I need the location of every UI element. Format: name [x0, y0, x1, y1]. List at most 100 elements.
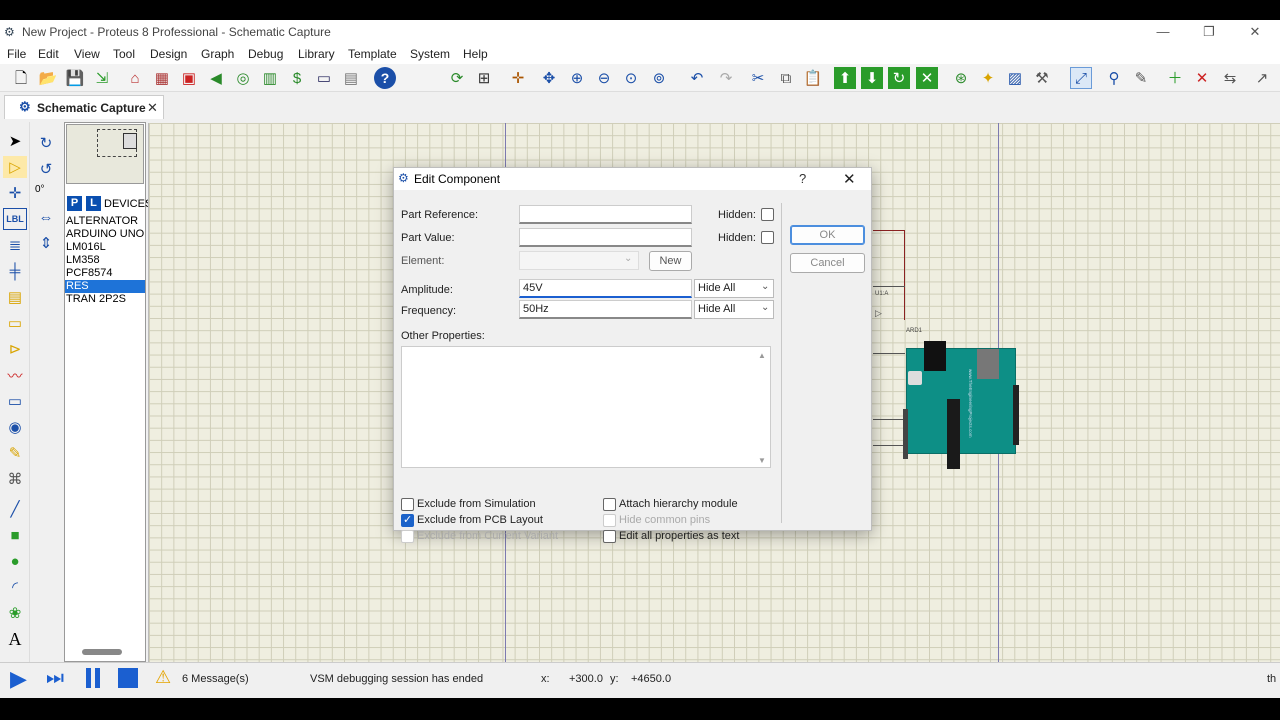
menu-design[interactable]: Design — [150, 47, 187, 61]
component-mode-icon[interactable]: ▷ — [3, 156, 27, 178]
part-value-input[interactable] — [519, 228, 692, 247]
message-count[interactable]: 6 Message(s) — [182, 673, 249, 685]
list-item[interactable]: LM016L — [65, 241, 145, 254]
zoom-area-icon[interactable]: ⊚ — [648, 67, 670, 89]
selection-mode-icon[interactable]: ➤ — [3, 130, 27, 152]
scroll-down-icon[interactable]: ▼ — [758, 456, 766, 465]
terminals-icon[interactable]: ▭ — [3, 312, 27, 334]
restore-icon[interactable]: ❐ — [1186, 20, 1232, 44]
menu-debug[interactable]: Debug — [248, 47, 283, 61]
package-tool-icon[interactable]: ▨ — [1004, 67, 1026, 89]
list-item[interactable]: LM358 — [65, 254, 145, 267]
step-icon[interactable]: ⏭ — [46, 667, 64, 690]
home-icon[interactable]: ⌂ — [124, 67, 146, 89]
pause-icon[interactable] — [84, 668, 102, 688]
schematic-icon[interactable]: ▦ — [151, 67, 173, 89]
ok-button[interactable]: OK — [790, 225, 865, 245]
mirror-x-icon[interactable]: ⇔ — [34, 206, 58, 228]
hide-common-pins-checkbox[interactable] — [603, 514, 616, 527]
source-code-icon[interactable]: ▭ — [313, 67, 335, 89]
warning-icon[interactable]: ⚠ — [155, 667, 171, 688]
copy-icon[interactable]: ⧉ — [775, 67, 797, 89]
tab-close-icon[interactable]: ✕ — [147, 100, 158, 116]
property-tool-icon[interactable]: ✎ — [1130, 67, 1152, 89]
list-item-selected[interactable]: RES — [65, 280, 145, 293]
save-icon[interactable]: 💾 — [64, 67, 86, 89]
zoom-all-icon[interactable]: ⊙ — [620, 67, 642, 89]
menu-template[interactable]: Template — [348, 47, 397, 61]
design-explorer-icon[interactable]: ▥ — [259, 67, 281, 89]
list-item[interactable]: ARDUINO UNO — [65, 228, 145, 241]
origin-icon[interactable]: ✛ — [507, 67, 529, 89]
search-tag-icon[interactable]: ⚲ — [1103, 67, 1125, 89]
menu-view[interactable]: View — [74, 47, 100, 61]
pick-devices-button[interactable]: P — [67, 196, 82, 211]
junction-dot-icon[interactable]: ✛ — [3, 182, 27, 204]
cancel-button[interactable]: Cancel — [790, 253, 865, 273]
pcb-icon[interactable]: ▣ — [178, 67, 200, 89]
part-reference-input[interactable] — [519, 205, 692, 224]
amplitude-input[interactable] — [519, 279, 692, 298]
frequency-visibility-select[interactable]: Hide All ⌄ — [694, 300, 774, 319]
bom-icon[interactable]: $ — [286, 67, 308, 89]
voltage-probe-icon[interactable]: ✎ — [3, 442, 27, 464]
pick-device-icon[interactable]: ⊛ — [950, 67, 972, 89]
mirror-y-icon[interactable]: ⇕ — [34, 232, 58, 254]
arduino-uno-board[interactable]: www.TheEngineeringProjects.com — [903, 341, 1019, 469]
list-item[interactable]: PCF8574 — [65, 267, 145, 280]
menu-file[interactable]: File — [7, 47, 26, 61]
element-select[interactable]: ⌄ — [519, 251, 639, 270]
part-value-hidden-checkbox[interactable] — [761, 231, 774, 244]
buses-icon[interactable]: ╪ — [3, 260, 27, 282]
edit-all-properties-checkbox[interactable] — [603, 530, 616, 543]
remove-sheet-icon[interactable]: ✕ — [1191, 67, 1213, 89]
part-reference-hidden-checkbox[interactable] — [761, 208, 774, 221]
device-pins-icon[interactable]: ⊳ — [3, 338, 27, 360]
subcircuit-icon[interactable]: ▤ — [3, 286, 27, 308]
path-icon[interactable]: ❀ — [3, 602, 27, 624]
menu-system[interactable]: System — [410, 47, 450, 61]
dialog-help-button[interactable]: ? — [799, 171, 806, 186]
new-element-button[interactable]: New — [649, 251, 692, 271]
new-file-icon[interactable]: 🗋 — [10, 67, 32, 89]
netlist-icon[interactable]: ↗ — [1251, 67, 1273, 89]
grid-icon[interactable]: ⊞ — [473, 67, 495, 89]
wire-autorouter-icon[interactable]: ⤢ — [1070, 67, 1092, 89]
redo-icon[interactable]: ↷ — [715, 67, 737, 89]
block-rotate-icon[interactable]: ↻ — [888, 67, 910, 89]
notes-icon[interactable]: ▤ — [340, 67, 362, 89]
goto-sheet-icon[interactable]: ⇆ — [1219, 67, 1241, 89]
cut-icon[interactable]: ✂ — [747, 67, 769, 89]
graph-icon[interactable]: 〰 — [3, 364, 27, 386]
list-item[interactable]: ALTERNATOR — [65, 215, 145, 228]
pan-icon[interactable]: ✥ — [538, 67, 560, 89]
stop-icon[interactable] — [118, 668, 138, 688]
make-device-icon[interactable]: ✦ — [977, 67, 999, 89]
other-properties-textarea[interactable] — [401, 346, 771, 468]
text-script-icon[interactable]: ≣ — [3, 234, 27, 256]
menu-edit[interactable]: Edit — [38, 47, 59, 61]
block-delete-icon[interactable]: ✕ — [916, 67, 938, 89]
line-icon[interactable]: ╱ — [3, 498, 27, 520]
block-move-icon[interactable]: ⬇ — [861, 67, 883, 89]
tab-schematic-capture[interactable]: ⚙ Schematic Capture ✕ — [4, 95, 164, 119]
attach-hierarchy-checkbox[interactable] — [603, 498, 616, 511]
overview-preview[interactable] — [66, 124, 144, 184]
rotate-anticlockwise-icon[interactable]: ↺ — [34, 158, 58, 180]
generator-icon[interactable]: ◉ — [3, 416, 27, 438]
list-item[interactable]: TRAN 2P2S — [65, 293, 145, 306]
exclude-pcb-checkbox[interactable]: ✓ — [401, 514, 414, 527]
decompose-icon[interactable]: ⚒ — [1031, 67, 1053, 89]
close-icon[interactable]: ✕ — [1232, 20, 1278, 44]
open-folder-icon[interactable]: 📂 — [37, 67, 59, 89]
selector-scrollbar[interactable] — [82, 649, 122, 655]
frequency-input[interactable] — [519, 300, 692, 319]
block-copy-icon[interactable]: ⬆ — [834, 67, 856, 89]
play-icon[interactable]: ▶ — [10, 666, 27, 692]
amplitude-visibility-select[interactable]: Hide All ⌄ — [694, 279, 774, 298]
undo-icon[interactable]: ↶ — [686, 67, 708, 89]
zoom-out-icon[interactable]: ⊖ — [593, 67, 615, 89]
dialog-close-icon[interactable]: ✕ — [843, 170, 856, 188]
box-icon[interactable]: ■ — [3, 524, 27, 546]
gerber-icon[interactable]: ◀ — [205, 67, 227, 89]
